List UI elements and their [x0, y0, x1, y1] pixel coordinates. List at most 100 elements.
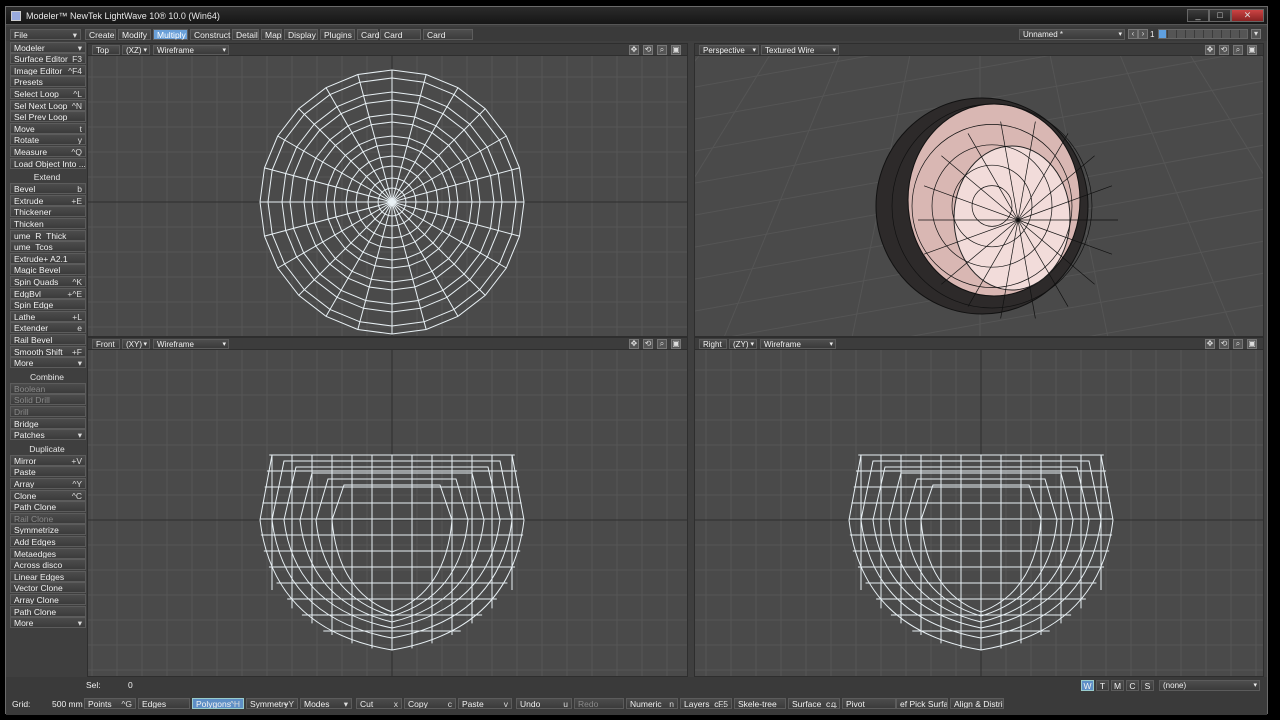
tab-map[interactable]: Map [261, 29, 282, 40]
pan-icon[interactable]: ✥ [629, 339, 639, 349]
image-editor-button[interactable]: Image Editor ^F4 [10, 64, 86, 76]
extrude-a2-1-button[interactable]: Extrude+ A2.1 [10, 252, 86, 264]
maximize-view-icon[interactable]: ▣ [1247, 339, 1257, 349]
thickener-button[interactable]: Thickener [10, 206, 86, 218]
maximize-button[interactable]: □ [1209, 9, 1231, 22]
bridge-button[interactable]: Bridge [10, 417, 86, 429]
array-button[interactable]: Array ^Y [10, 478, 86, 489]
tab-create[interactable]: Create [85, 29, 116, 40]
undo-button[interactable]: Undo u [516, 698, 572, 709]
points-button[interactable]: Points ^G [84, 698, 136, 709]
tab-card-edit[interactable]: Card Edit [380, 29, 421, 51]
modeler-button[interactable]: Modeler ▾ [10, 41, 86, 53]
move-button[interactable]: Move t [10, 122, 86, 134]
pan-icon[interactable]: ✥ [629, 45, 639, 55]
zoom-icon[interactable]: ⌕ [657, 45, 667, 55]
boolean-button[interactable]: Boolean [10, 382, 86, 394]
tab-plugins[interactable]: Plugins [320, 29, 355, 40]
viewport-front[interactable]: Front (XY) ▾ Wireframe ▾ ✥ ⟲ ⌕ ▣ [87, 337, 688, 677]
sel-next-loop-button[interactable]: Sel Next Loop ^N [10, 99, 86, 111]
drill-button[interactable]: Drill [10, 406, 86, 417]
render-mode-dropdown[interactable]: Textured Wire ▾ [761, 45, 839, 55]
axis-dropdown[interactable]: (ZY) ▾ [729, 339, 757, 349]
layer-bank[interactable] [1158, 29, 1248, 39]
thicken-button[interactable]: Thicken [10, 218, 86, 229]
spin-quads-button[interactable]: Spin Quads ^K [10, 276, 86, 287]
maximize-view-icon[interactable]: ▣ [1247, 45, 1257, 55]
prev-layer-icon[interactable]: ‹ [1128, 29, 1138, 39]
render-mode-dropdown[interactable]: Wireframe ▾ [760, 339, 836, 349]
magic-bevel-button[interactable]: Magic Bevel [10, 264, 86, 276]
view-mode-s-button[interactable]: S [1141, 680, 1154, 691]
maximize-view-icon[interactable]: ▣ [671, 339, 681, 349]
more-button[interactable]: More ▾ [10, 357, 86, 369]
tab-modify[interactable]: Modify [118, 29, 151, 40]
paste-button[interactable]: Paste [10, 466, 86, 478]
rotate-icon[interactable]: ⟲ [1219, 339, 1229, 349]
more-button[interactable]: More ▾ [10, 617, 86, 629]
tab-card-options[interactable]: Card Options [423, 29, 473, 51]
tab-display[interactable]: Display [284, 29, 318, 40]
mirror-button[interactable]: Mirror +V [10, 454, 86, 466]
rail-clone-button[interactable]: Rail Clone [10, 512, 86, 524]
tab-detail[interactable]: Detail [232, 29, 259, 40]
pan-icon[interactable]: ✥ [1205, 45, 1215, 55]
modes-button[interactable]: Modes ▾ [300, 698, 352, 709]
maximize-view-icon[interactable]: ▣ [671, 45, 681, 55]
cut-button[interactable]: Cut x [356, 698, 402, 709]
surface-dropdown[interactable]: (none) ▾ [1159, 680, 1260, 691]
tab-multiply[interactable]: Multiply [153, 29, 188, 40]
edges-button[interactable]: Edges [138, 698, 190, 709]
vector-clone-button[interactable]: Vector Clone [10, 582, 86, 594]
spin-edge-button[interactable]: Spin Edge [10, 299, 86, 311]
view-mode-m-button[interactable]: M [1111, 680, 1124, 691]
patches-button[interactable]: Patches ▾ [10, 429, 86, 441]
zoom-icon[interactable]: ⌕ [657, 339, 667, 349]
presets-button[interactable]: Presets [10, 76, 86, 88]
measure-button[interactable]: Measure ^Q [10, 146, 86, 157]
smooth-shift-button[interactable]: Smooth Shift +F [10, 345, 86, 357]
next-layer-icon[interactable]: › [1138, 29, 1148, 39]
rotate-icon[interactable]: ⟲ [1219, 45, 1229, 55]
solid-drill-button[interactable]: Solid Drill [10, 394, 86, 406]
load-object-into-button[interactable]: Load Object Into ... [10, 157, 86, 169]
rotate-button[interactable]: Rotate y [10, 134, 86, 146]
view-mode-w-button[interactable]: W [1081, 680, 1094, 691]
linear-edges-button[interactable]: Linear Edges [10, 570, 86, 582]
bevel-button[interactable]: Bevel b [10, 183, 86, 195]
ume-tcos-button[interactable]: ume_Tcos [10, 241, 86, 253]
axis-dropdown[interactable]: (XY) ▾ [122, 339, 150, 349]
minimize-button[interactable]: _ [1187, 9, 1209, 22]
copy-button[interactable]: Copy c [404, 698, 456, 709]
view-type-dropdown[interactable]: Top [92, 45, 120, 55]
numeric-button[interactable]: Numeric n [626, 698, 678, 709]
pivot-button[interactable]: Pivot [842, 698, 896, 709]
viewport-top[interactable]: Top (XZ) ▾ Wireframe ▾ ✥ ⟲ ⌕ ▣ [87, 43, 688, 337]
surface-editor-button[interactable]: Surface Editor F3 [10, 53, 86, 65]
rotate-icon[interactable]: ⟲ [643, 339, 653, 349]
lathe-button[interactable]: Lathe +L [10, 310, 86, 322]
add-edges-button[interactable]: Add Edges [10, 536, 86, 547]
paste-button[interactable]: Paste v [458, 698, 512, 709]
align-distri-button[interactable]: Align & Distri... [950, 698, 1004, 709]
view-type-dropdown[interactable]: Perspective ▾ [699, 45, 759, 55]
metaedges-button[interactable]: Metaedges [10, 547, 86, 559]
across-disco-button[interactable]: Across disco [10, 559, 86, 571]
path-clone-button[interactable]: Path Clone [10, 605, 86, 617]
viewport-right[interactable]: Right (ZY) ▾ Wireframe ▾ ✥ ⟲ ⌕ ▣ [694, 337, 1264, 677]
object-selector[interactable]: Unnamed * ▾ [1019, 29, 1125, 40]
tab-construct[interactable]: Construct [190, 29, 230, 40]
ef-pick-surfa-button[interactable]: ef Pick Surfa... [896, 698, 948, 709]
rail-bevel-button[interactable]: Rail Bevel [10, 334, 86, 345]
select-loop-button[interactable]: Select Loop ^L [10, 88, 86, 99]
skele-tree-button[interactable]: Skele-tree [734, 698, 786, 709]
render-mode-dropdown[interactable]: Wireframe ▾ [153, 339, 229, 349]
clone-button[interactable]: Clone ^C [10, 489, 86, 501]
tab-card[interactable]: Card [357, 29, 379, 40]
layer-menu-icon[interactable]: ▾ [1251, 29, 1261, 39]
ume-r-thick-button[interactable]: ume_R_Thick [10, 229, 86, 241]
view-mode-c-button[interactable]: C [1126, 680, 1139, 691]
layers-c-button[interactable]: Layers_c... F5 [680, 698, 732, 709]
close-button[interactable]: ✕ [1231, 9, 1264, 22]
symmetrize-button[interactable]: Symmetrize [10, 524, 86, 536]
